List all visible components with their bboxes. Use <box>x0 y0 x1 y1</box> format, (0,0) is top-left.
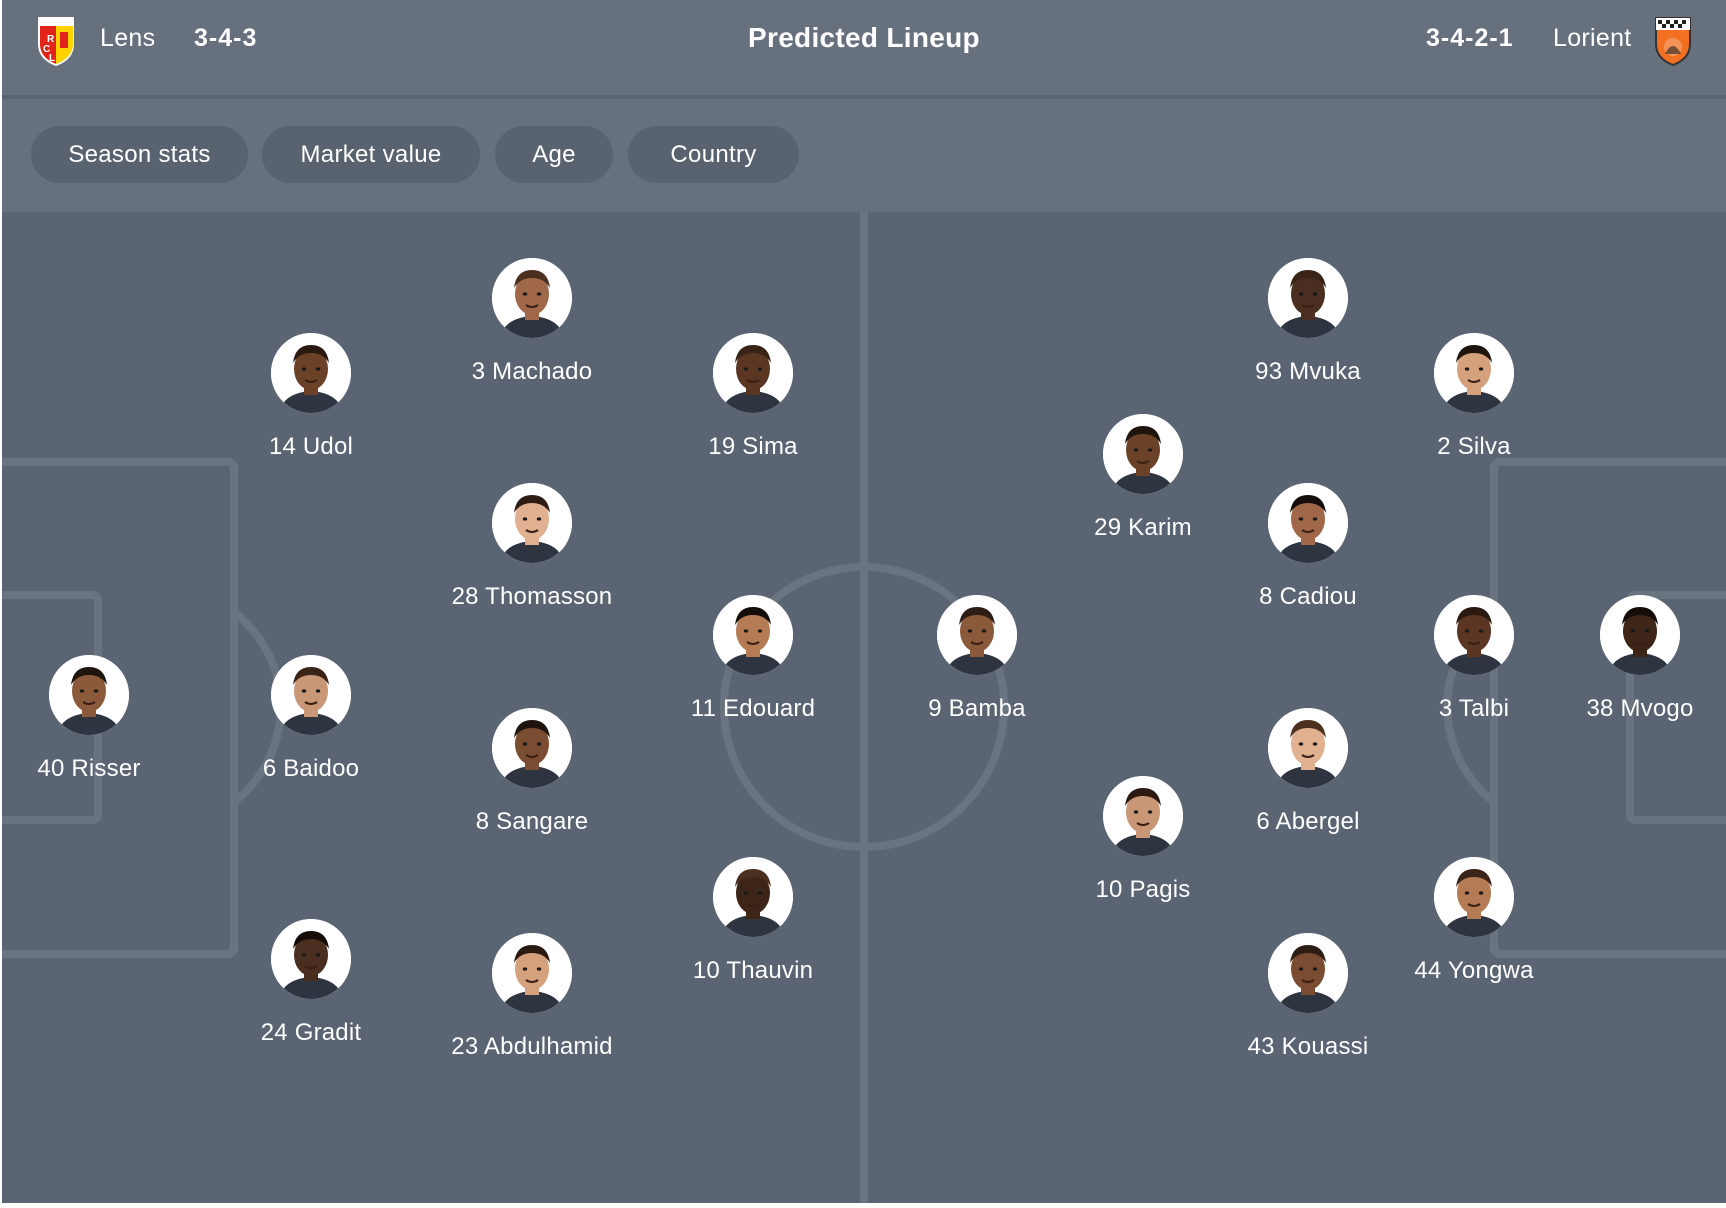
player-name-label: 3 Machado <box>471 358 593 385</box>
away-team-name: Lorient <box>1553 24 1632 52</box>
player-name-label: 40 Risser <box>37 755 141 782</box>
player-home-1[interactable]: 14 Udol <box>211 333 411 461</box>
player-name-label: 2 Silva <box>1437 433 1511 460</box>
player-avatar <box>49 655 129 735</box>
player-name-label: 23 Abdulhamid <box>451 1033 613 1060</box>
player-home-0[interactable]: 40 Risser <box>2 655 189 783</box>
player-home-2[interactable]: 6 Baidoo <box>211 655 411 783</box>
player-name-label: 24 Gradit <box>260 1019 362 1046</box>
player-name-label: 11 Edouard <box>690 695 816 722</box>
player-name-label: 9 Bamba <box>928 695 1026 722</box>
player-home-9[interactable]: 11 Edouard <box>653 595 853 723</box>
player-avatar <box>1434 333 1514 413</box>
player-name-label: 14 Udol <box>268 433 354 460</box>
player-avatar <box>1103 414 1183 494</box>
player-away-4[interactable]: 8 Cadiou <box>1208 483 1408 611</box>
filter-country[interactable]: Country <box>628 126 799 183</box>
player-avatar <box>1434 595 1514 675</box>
player-name-label: 93 Mvuka <box>1255 358 1361 385</box>
player-away-10[interactable]: 38 Mvogo <box>1540 595 1726 723</box>
filter-market-value[interactable]: Market value <box>262 126 480 183</box>
player-home-8[interactable]: 19 Sima <box>653 333 853 461</box>
player-home-6[interactable]: 8 Sangare <box>432 708 632 836</box>
player-name-label: 28 Thomasson <box>451 583 613 610</box>
player-avatar <box>1268 708 1348 788</box>
player-name-label: 43 Kouassi <box>1247 1033 1369 1060</box>
player-home-3[interactable]: 24 Gradit <box>211 919 411 1047</box>
filter-season-stats[interactable]: Season stats <box>31 126 248 183</box>
player-avatar <box>1103 776 1183 856</box>
player-away-5[interactable]: 6 Abergel <box>1208 708 1408 836</box>
player-away-9[interactable]: 44 Yongwa <box>1374 857 1574 985</box>
player-name-label: 38 Mvogo <box>1586 695 1694 722</box>
lineup-header: R C L Lens 3-4-3 Predicted Lineup 3-4-2-… <box>2 0 1726 97</box>
player-avatar <box>1268 933 1348 1013</box>
player-avatar <box>1268 483 1348 563</box>
player-name-label: 8 Sangare <box>475 808 589 835</box>
player-away-7[interactable]: 2 Silva <box>1374 333 1574 461</box>
player-name-label: 8 Cadiou <box>1259 583 1357 610</box>
player-name-label: 3 Talbi <box>1438 695 1510 722</box>
player-home-4[interactable]: 3 Machado <box>432 258 632 386</box>
away-formation: 3-4-2-1 <box>1426 24 1514 52</box>
player-avatar <box>713 333 793 413</box>
player-avatar <box>271 333 351 413</box>
player-home-7[interactable]: 23 Abdulhamid <box>432 933 632 1061</box>
player-avatar <box>1434 857 1514 937</box>
player-avatar <box>713 857 793 937</box>
player-name-label: 44 Yongwa <box>1414 957 1534 984</box>
player-name-label: 6 Abergel <box>1256 808 1360 835</box>
lorient-crest-icon <box>1653 14 1693 66</box>
player-avatar <box>937 595 1017 675</box>
player-name-label: 10 Pagis <box>1095 876 1191 903</box>
player-name-label: 6 Baidoo <box>262 755 360 782</box>
svg-text:L: L <box>49 53 55 64</box>
player-name-label: 10 Thauvin <box>692 957 814 984</box>
filter-age[interactable]: Age <box>495 126 613 183</box>
player-avatar <box>492 933 572 1013</box>
player-avatar <box>1600 595 1680 675</box>
player-avatar <box>271 919 351 999</box>
player-home-10[interactable]: 10 Thauvin <box>653 857 853 985</box>
player-avatar <box>1268 258 1348 338</box>
lineup-card: R C L Lens 3-4-3 Predicted Lineup 3-4-2-… <box>2 0 1726 1203</box>
football-pitch: 40 Risser 14 Udol 6 Baidoo 24 Gradit 3 Macha… <box>2 212 1726 1203</box>
player-away-0[interactable]: 9 Bamba <box>877 595 1077 723</box>
player-avatar <box>271 655 351 735</box>
player-avatar <box>713 595 793 675</box>
player-avatar <box>492 483 572 563</box>
stat-filter-bar: Season stats Market value Age Country <box>2 99 1726 212</box>
player-home-5[interactable]: 28 Thomasson <box>432 483 632 611</box>
player-name-label: 29 Karim <box>1094 514 1192 541</box>
player-name-label: 19 Sima <box>708 433 798 460</box>
player-avatar <box>492 708 572 788</box>
player-avatar <box>492 258 572 338</box>
